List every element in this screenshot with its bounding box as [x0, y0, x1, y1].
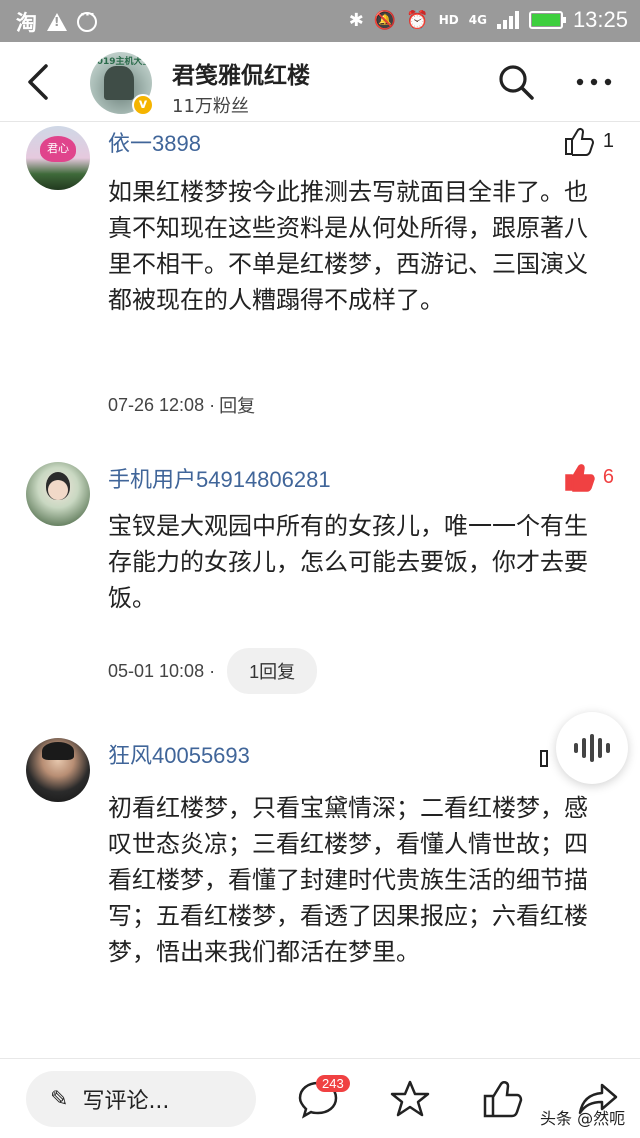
network-type: 4G — [468, 13, 487, 27]
like-button[interactable]: 6 — [563, 462, 614, 492]
watermark: 头条 @然呃 — [540, 1109, 626, 1128]
comment-text: 宝钗是大观园中所有的女孩儿，唯一一个有生存能力的女孩儿，怎么可能去要饭，你才去要… — [108, 512, 588, 612]
comment-username[interactable]: 狂风40055693 — [108, 738, 250, 770]
avatar-heart: 君心 — [40, 136, 76, 162]
comment-username[interactable]: 依一3898 — [108, 126, 201, 158]
like-count: 6 — [602, 465, 614, 488]
bottom-action-bar: ✎ 写评论... 243 头条 @然呃 — [0, 1058, 640, 1138]
user-avatar[interactable] — [26, 462, 90, 526]
write-comment-label: 写评论... — [82, 1089, 170, 1114]
comment-text: 如果红楼梦按今此推测去写就面目全非了。也真不知现在这些资料是从何处所得，跟原著八… — [108, 178, 588, 314]
favorite-button[interactable] — [388, 1077, 432, 1121]
like-article-button[interactable] — [480, 1077, 524, 1121]
reply-button[interactable]: 回复 — [219, 392, 255, 418]
comment-item: 手机用户54914806281 6 宝钗是大观园中所有的女孩儿，唯一一个有生存能… — [0, 458, 640, 708]
more-dots-icon — [576, 78, 612, 86]
write-comment-input[interactable]: ✎ 写评论... — [26, 1071, 256, 1127]
taobao-icon: 淘 — [16, 11, 37, 35]
like-button[interactable]: 1 — [563, 126, 614, 156]
more-button[interactable] — [574, 64, 614, 100]
status-time: 13:25 — [572, 7, 628, 32]
search-icon — [499, 65, 534, 100]
mute-icon: 🔕 — [373, 9, 397, 31]
comment-text: 初看红楼梦，只看宝黛情深；二看红楼梦，感叹世态炎凉；三看红楼梦，看懂人情世故；四… — [108, 794, 588, 966]
comment-time: 07-26 12:08 · — [108, 394, 216, 415]
comment-meta: 05-01 10:08 · 1回复 — [108, 648, 318, 694]
bluetooth-icon: ✱ — [348, 9, 364, 31]
chevron-left-icon — [28, 64, 48, 100]
like-count: 1 — [602, 129, 614, 152]
page-header: 2019主机大全 v 君笺雅侃红楼 11万粉丝 — [0, 42, 640, 122]
comment-meta: 07-26 12:08 · 回复 — [108, 392, 255, 418]
back-button[interactable] — [22, 62, 58, 102]
battery-icon — [528, 11, 566, 29]
comment-item: 狂风40055693 初看红楼梦，只看宝黛情深；二看红楼梦，感叹世态炎凉；三看红… — [0, 734, 640, 1064]
comment-item: 君心 依一3898 1 如果红楼梦按今此推测去写就面目全非了。也真不知现在这些资… — [0, 122, 640, 422]
fans-count: 11万粉丝 — [172, 96, 249, 117]
status-bar: 淘 ✱ 🔕 ⏰ HD 4G 13:25 — [0, 0, 640, 42]
comment-count-badge: 243 — [316, 1075, 350, 1092]
more-notifications-icon — [77, 8, 97, 32]
comment-time: 05-01 10:08 · — [108, 660, 216, 681]
user-avatar[interactable]: 君心 — [26, 126, 90, 190]
replies-button[interactable]: 1回复 — [227, 648, 318, 694]
thumbs-up-icon — [564, 127, 594, 156]
verified-badge-icon: v — [132, 94, 154, 116]
signal-icon — [496, 11, 519, 29]
search-button[interactable] — [496, 62, 536, 102]
pencil-icon: ✎ — [50, 1086, 69, 1112]
comment-username[interactable]: 手机用户54914806281 — [108, 462, 331, 494]
user-avatar[interactable] — [26, 738, 90, 802]
thumbs-up-icon — [483, 1081, 523, 1118]
account-name[interactable]: 君笺雅侃红楼 — [172, 56, 310, 90]
star-icon — [390, 1080, 430, 1117]
alarm-icon: ⏰ — [406, 9, 429, 31]
hd-label: HD — [438, 13, 459, 27]
thumbs-up-filled-icon — [565, 464, 595, 492]
voice-read-button[interactable] — [556, 712, 628, 784]
warning-icon — [47, 13, 67, 31]
